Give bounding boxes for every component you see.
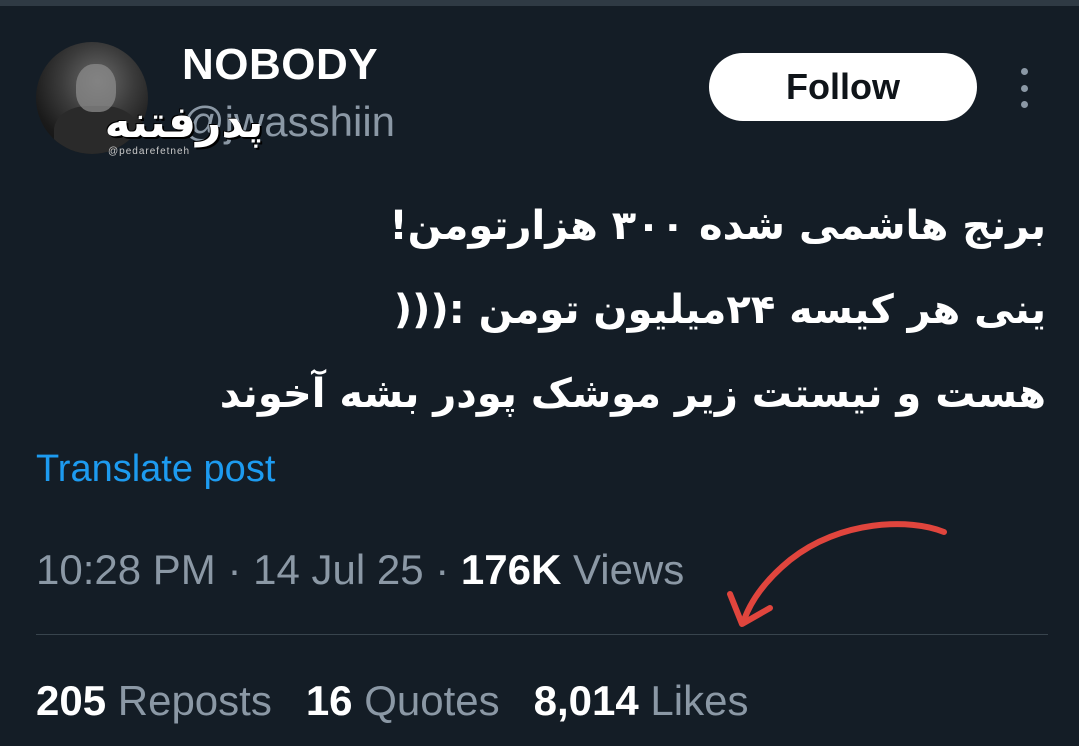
post-line: ینی هر کیسه ۲۴میلیون تومن :((( [393,287,1046,333]
views-count: 176K [460,546,562,593]
post-line: برنج هاشمی شده ۳۰۰ هزارتومن! [389,203,1046,249]
watermark: پدرفتنه @pedarefetneh [104,100,264,166]
translate-post-link[interactable]: Translate post [36,448,275,491]
more-dot [1020,68,1028,75]
post-text: برنج هاشمی شده ۳۰۰ هزارتومن! ینی هر کیسه… [150,184,1046,436]
reposts-stat[interactable]: 205 Reposts [36,677,272,725]
likes-stat[interactable]: 8,014 Likes [534,677,749,725]
watermark-logo: پدرفتنه [104,98,264,147]
divider [36,634,1048,635]
likes-label: Likes [650,677,749,724]
post-meta: 10:28 PM · 14 Jul 25 · 176K Views [36,546,684,594]
post-date[interactable]: 14 Jul 25 [253,546,423,593]
annotation-arrow-icon [727,521,947,627]
quotes-label: Quotes [364,677,500,724]
author-display-name[interactable]: NOBODY [182,40,378,90]
likes-count: 8,014 [533,677,639,724]
engagement-stats: 205 Reposts 16 Quotes 8,014 Likes [36,677,782,725]
follow-button[interactable]: Follow [709,53,977,121]
meta-separator: · [423,546,461,593]
reposts-label: Reposts [117,677,272,724]
post-line: هست و نیستت زیر موشک پودر بشه آخوند [219,371,1046,417]
top-edge [0,0,1079,6]
more-options-icon[interactable] [1012,68,1036,108]
reposts-count: 205 [36,677,107,724]
quotes-count: 16 [305,677,353,724]
more-dot [1020,101,1028,108]
quotes-stat[interactable]: 16 Quotes [306,677,500,725]
more-dot [1020,84,1028,92]
meta-separator: · [215,546,254,593]
watermark-handle: @pedarefetneh [108,146,191,157]
views-label: Views [561,546,685,593]
post-time[interactable]: 10:28 PM [36,546,216,593]
